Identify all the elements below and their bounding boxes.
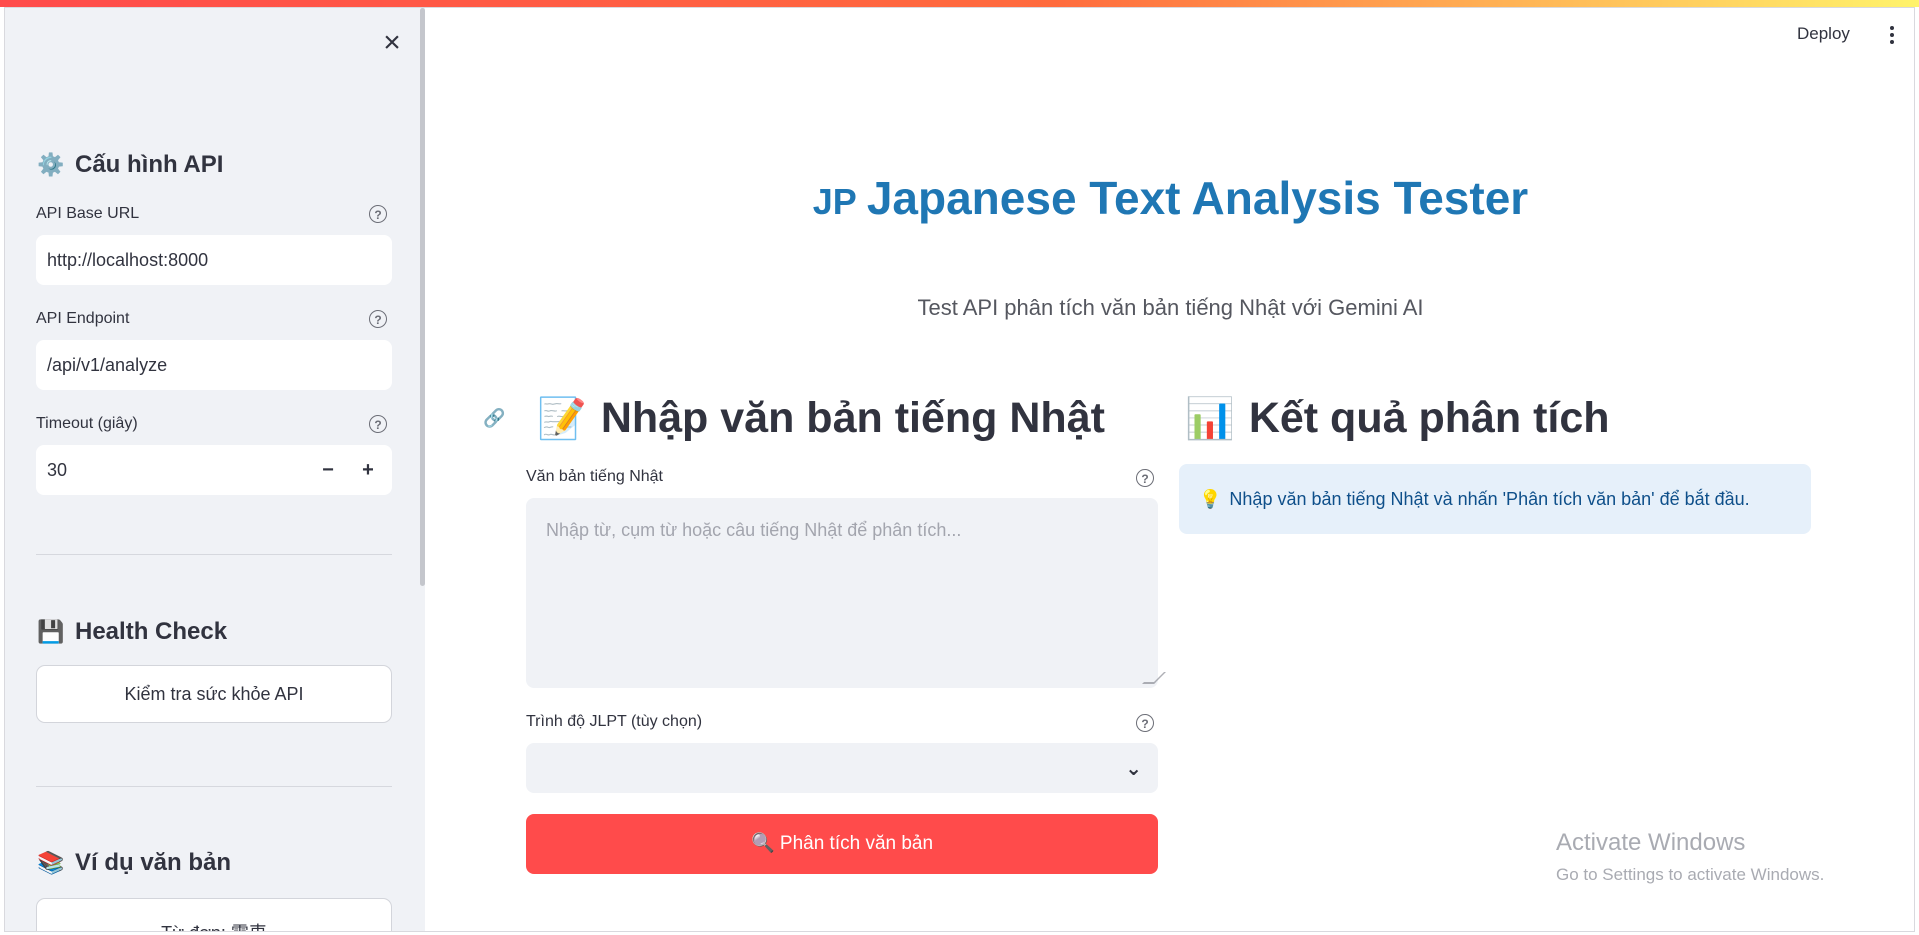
japanese-text-label: Văn bản tiếng Nhật bbox=[526, 468, 663, 485]
examples-section-label: Ví dụ văn bản bbox=[75, 849, 232, 876]
chevron-down-icon: ⌄ bbox=[1125, 758, 1142, 780]
examples-section-title: 📚 Ví dụ văn bản bbox=[37, 849, 231, 877]
anchor-link-icon[interactable]: 🔗 bbox=[483, 408, 505, 429]
more-vertical-icon[interactable] bbox=[1883, 23, 1901, 49]
jlpt-level-label: Trình độ JLPT (tùy chọn) bbox=[526, 713, 703, 730]
gear-icon: ⚙️ bbox=[37, 152, 65, 177]
timeout-decrement-button[interactable]: − bbox=[309, 445, 347, 495]
help-icon[interactable]: ? bbox=[369, 415, 387, 433]
jlpt-level-select[interactable]: ⌄ bbox=[526, 743, 1158, 793]
sidebar-divider bbox=[36, 786, 392, 787]
api-endpoint-input[interactable]: /api/v1/analyze bbox=[36, 340, 392, 390]
timeout-label: Timeout (giây) bbox=[36, 415, 138, 432]
info-alert: 💡 Nhập văn bản tiếng Nhật và nhấn 'Phân t… bbox=[1179, 464, 1811, 534]
api-base-url-input[interactable]: http://localhost:8000 bbox=[36, 235, 392, 285]
health-section-label: Health Check bbox=[75, 618, 228, 645]
sidebar: × ⚙️ Cấu hình API API Base URL ? http://… bbox=[5, 8, 425, 931]
memo-icon: 📝 bbox=[537, 397, 587, 441]
close-sidebar-icon[interactable]: × bbox=[375, 26, 409, 60]
sidebar-divider bbox=[36, 554, 392, 555]
bar-chart-icon: 📊 bbox=[1185, 397, 1235, 441]
jp-flag-label: JP bbox=[812, 181, 857, 222]
app-frame: × ⚙️ Cấu hình API API Base URL ? http://… bbox=[4, 7, 1915, 932]
help-icon[interactable]: ? bbox=[1136, 714, 1154, 732]
health-check-button[interactable]: Kiểm tra sức khỏe API bbox=[36, 665, 392, 723]
result-section-label: Kết quả phân tích bbox=[1248, 394, 1610, 442]
health-section-title: 💾 Health Check bbox=[37, 618, 227, 646]
api-base-url-label: API Base URL bbox=[36, 205, 140, 222]
input-section-title: 📝 Nhập văn bản tiếng Nhật bbox=[537, 394, 1105, 443]
result-section-title: 📊 Kết quả phân tích bbox=[1185, 394, 1610, 443]
timeout-increment-button[interactable]: + bbox=[349, 445, 387, 495]
config-section-label: Cấu hình API bbox=[75, 151, 224, 178]
example-button[interactable]: Từ đơn: 電車 bbox=[36, 898, 392, 931]
analyze-button[interactable]: 🔍 Phân tích văn bản bbox=[526, 814, 1158, 874]
magnifier-icon: 🔍 bbox=[750, 833, 775, 854]
top-gradient-bar bbox=[0, 0, 1919, 7]
windows-activation-title: Activate Windows bbox=[1556, 829, 1746, 856]
help-icon[interactable]: ? bbox=[369, 310, 387, 328]
info-alert-text: Nhập văn bản tiếng Nhật và nhấn 'Phân tí… bbox=[1229, 489, 1750, 509]
japanese-text-area[interactable]: Nhập từ, cụm từ hoặc câu tiếng Nhật để p… bbox=[526, 498, 1166, 688]
help-icon[interactable]: ? bbox=[1136, 469, 1154, 487]
api-endpoint-label: API Endpoint bbox=[36, 310, 130, 327]
page-title-text: Japanese Text Analysis Tester bbox=[866, 172, 1529, 224]
page-subtitle: Test API phân tích văn bản tiếng Nhật vớ… bbox=[917, 295, 1424, 320]
deploy-button[interactable]: Deploy bbox=[1797, 24, 1850, 44]
japanese-text-placeholder: Nhập từ, cụm từ hoặc câu tiếng Nhật để p… bbox=[546, 520, 962, 540]
lightbulb-icon: 💡 bbox=[1199, 489, 1222, 509]
windows-activation-subtitle: Go to Settings to activate Windows. bbox=[1556, 865, 1825, 884]
help-icon[interactable]: ? bbox=[369, 205, 387, 223]
analyze-button-label: Phân tích văn bản bbox=[779, 833, 934, 854]
books-icon: 📚 bbox=[37, 850, 65, 875]
config-section-title: ⚙️ Cấu hình API bbox=[37, 151, 223, 179]
floppy-disk-icon: 💾 bbox=[37, 619, 65, 644]
page-title: JP Japanese Text Analysis Tester bbox=[425, 171, 1914, 225]
resize-handle-icon[interactable] bbox=[1142, 672, 1166, 684]
input-section-label: Nhập văn bản tiếng Nhật bbox=[600, 394, 1105, 442]
